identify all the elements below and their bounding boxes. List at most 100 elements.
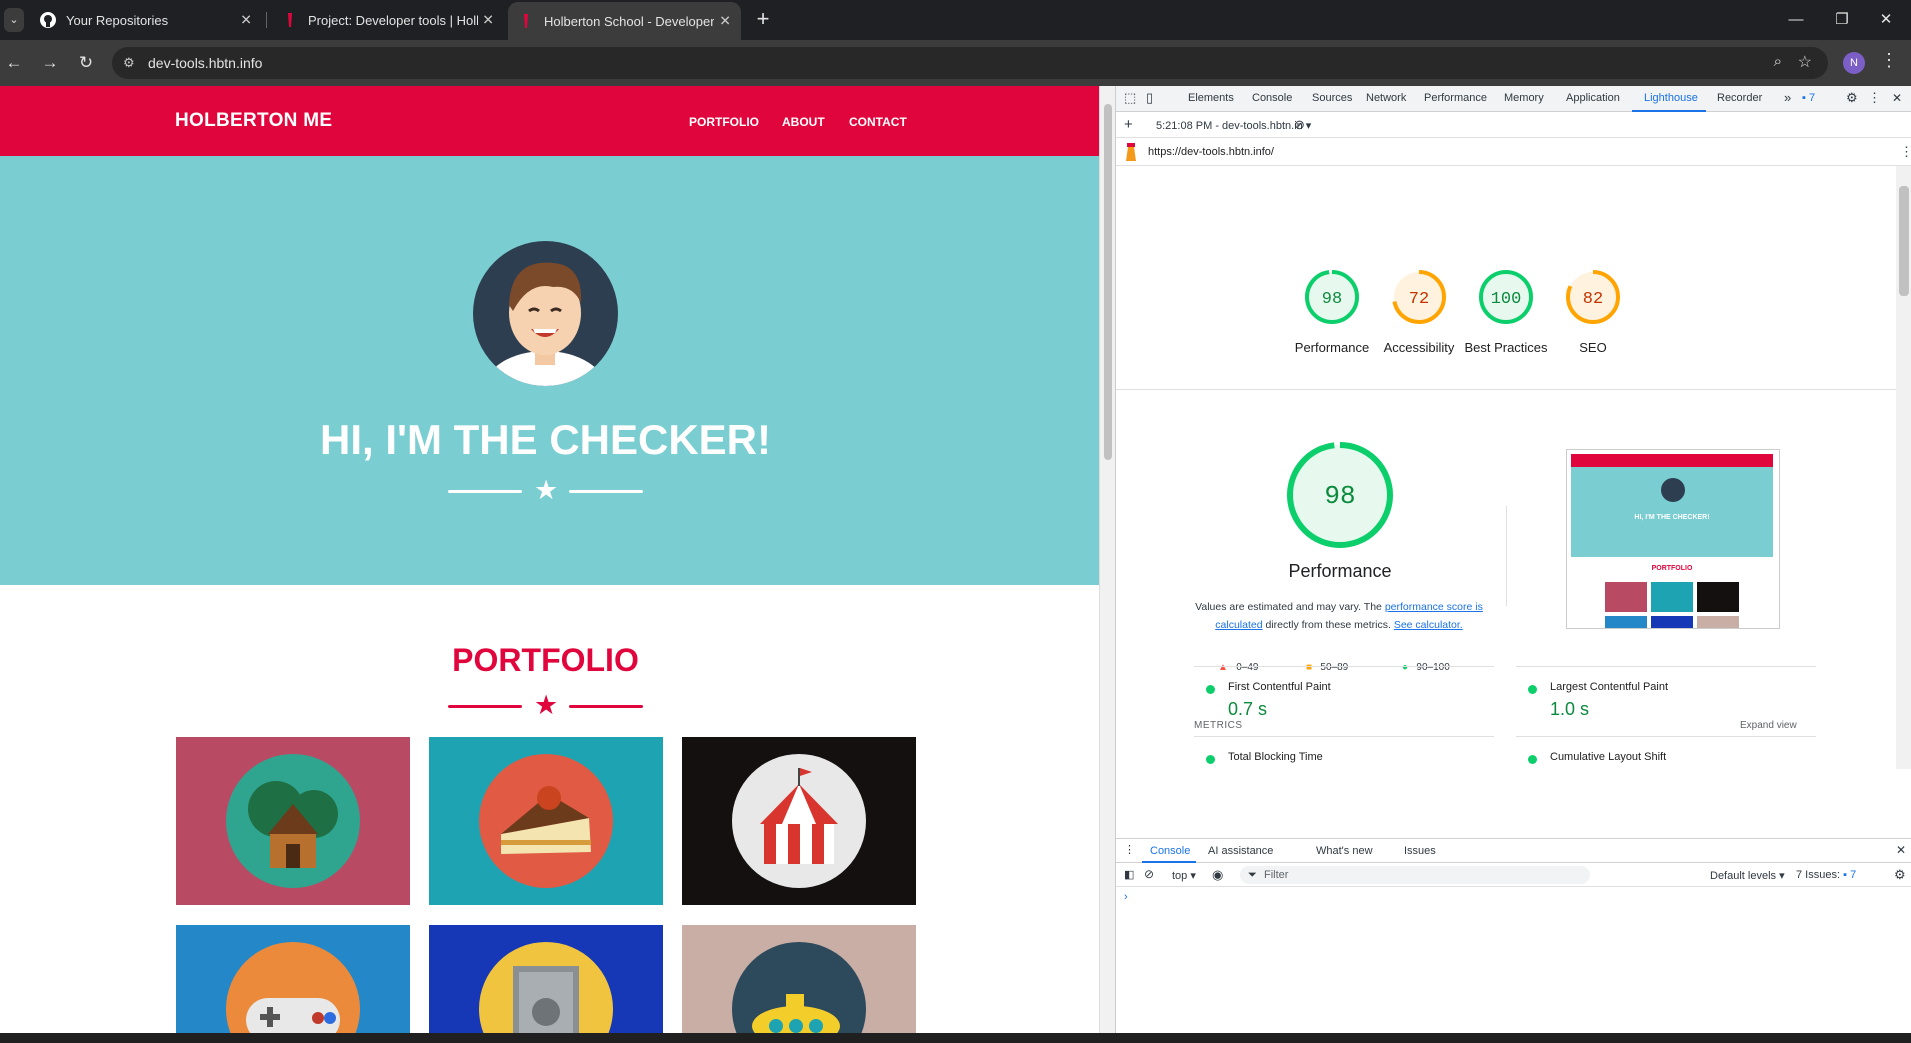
portfolio-tile-cake[interactable]: [429, 737, 663, 905]
devtools-tab-bar: ⬚ ▯ Elements Console Sources Network Per…: [1116, 86, 1911, 112]
filter-input[interactable]: ⏷ Filter: [1240, 866, 1590, 884]
drawer-tab-ai-assistance[interactable]: AI assistance: [1208, 845, 1273, 857]
nav-link-contact[interactable]: CONTACT: [849, 115, 907, 129]
devtools-panel: ⬚ ▯ Elements Console Sources Network Per…: [1115, 86, 1911, 1033]
site-brand[interactable]: HOLBERTON ME: [175, 110, 332, 132]
clear-reports-icon[interactable]: ⊘: [1294, 117, 1305, 133]
score-ring: 82: [1566, 270, 1620, 324]
issues-badge: ▪ 7: [1843, 869, 1857, 881]
score-label: Best Practices: [1464, 340, 1548, 355]
portfolio-tile-submarine[interactable]: [682, 925, 916, 1033]
drawer-tab-whats-new[interactable]: What's new: [1316, 845, 1373, 857]
score-ring: 72: [1392, 270, 1446, 324]
devtools-tab-performance[interactable]: Performance: [1424, 92, 1487, 104]
report-selector[interactable]: 5:21:08 PM - dev-tools.hbtn.in ▾: [1156, 119, 1311, 132]
browser-tab-repositories[interactable]: Your Repositories ✕: [30, 6, 262, 34]
devtools-tab-lighthouse[interactable]: Lighthouse: [1644, 92, 1698, 104]
devtools-tab-recorder[interactable]: Recorder: [1717, 92, 1762, 104]
nav-link-portfolio[interactable]: PORTFOLIO: [689, 115, 759, 129]
drawer-tab-issues[interactable]: Issues: [1404, 845, 1436, 857]
see-calculator-link[interactable]: See calculator.: [1394, 619, 1463, 631]
site-settings-icon[interactable]: ⚙: [123, 55, 135, 71]
console-settings-icon[interactable]: ⚙: [1894, 867, 1906, 883]
close-tab-icon[interactable]: ✕: [719, 13, 731, 30]
star-icon: ★: [534, 690, 559, 720]
holberton-icon: [524, 14, 528, 28]
page-screenshot-thumbnail[interactable]: HI, I'M THE CHECKER! PORTFOLIO: [1566, 449, 1780, 629]
settings-gear-icon[interactable]: ⚙: [1846, 90, 1858, 106]
new-report-plus-icon[interactable]: +: [1124, 116, 1133, 133]
browser-toolbar: ← → ↻ ⚙ dev-tools.hbtn.info ⌕ ☆ N ⋮: [0, 40, 1911, 86]
portfolio-tile-safe[interactable]: [429, 925, 663, 1033]
context-label: top: [1172, 870, 1188, 882]
portfolio-tile-cabin[interactable]: [176, 737, 410, 905]
drawer-menu-icon[interactable]: ⋮: [1124, 843, 1135, 856]
devtools-tab-console[interactable]: Console: [1252, 92, 1292, 104]
score-gauge-best-practices[interactable]: 100 Best Practices: [1464, 266, 1548, 357]
lighthouse-icon: [1126, 143, 1136, 161]
new-tab-button[interactable]: +: [750, 6, 776, 32]
bookmark-star-icon[interactable]: ☆: [1798, 52, 1812, 72]
close-tab-icon[interactable]: ✕: [240, 12, 252, 29]
devtools-tab-sources[interactable]: Sources: [1312, 92, 1352, 104]
forward-arrow-icon[interactable]: →: [36, 49, 64, 77]
portfolio-tile-game-controller[interactable]: [176, 925, 410, 1033]
context-selector[interactable]: top ▾: [1172, 869, 1196, 882]
hero-title: HI, I'M THE CHECKER!: [320, 416, 771, 463]
device-toolbar-icon[interactable]: ▯: [1146, 90, 1153, 106]
report-url[interactable]: https://dev-tools.hbtn.info/: [1148, 146, 1274, 158]
metric-total-blocking-time: Total Blocking Time0 ms: [1194, 736, 1494, 769]
score-ring: 98: [1305, 270, 1359, 324]
clear-console-icon[interactable]: ⊘: [1144, 867, 1154, 881]
drawer-tab-console[interactable]: Console: [1150, 845, 1190, 857]
more-tabs-icon[interactable]: »: [1784, 90, 1791, 105]
devtools-tab-application[interactable]: Application: [1566, 92, 1620, 104]
devtools-tab-elements[interactable]: Elements: [1188, 92, 1234, 104]
thumbnail-section: PORTFOLIO: [1651, 565, 1693, 572]
address-bar[interactable]: ⚙ dev-tools.hbtn.info ⌕ ☆: [112, 47, 1828, 79]
portfolio-tile-circus[interactable]: [682, 737, 916, 905]
issues-counter[interactable]: ▪ 7: [1802, 92, 1815, 104]
performance-gauge-large: 98: [1287, 442, 1393, 548]
profile-avatar[interactable]: N: [1843, 52, 1865, 74]
devtools-tab-memory[interactable]: Memory: [1504, 92, 1544, 104]
web-page-viewport: HOLBERTON ME PORTFOLIO ABOUT CONTACT HI,…: [0, 86, 1099, 1033]
close-drawer-icon[interactable]: ✕: [1896, 843, 1906, 857]
console-prompt[interactable]: ›: [1124, 891, 1128, 903]
report-menu-icon[interactable]: ⋮: [1900, 144, 1911, 160]
issues-link[interactable]: 7 Issues: ▪ 7: [1796, 869, 1856, 881]
page-scrollbar[interactable]: [1099, 86, 1115, 1033]
scrollbar-thumb[interactable]: [1899, 186, 1909, 296]
nav-link-about[interactable]: ABOUT: [782, 115, 825, 129]
restore-icon[interactable]: ❐: [1822, 6, 1862, 34]
browser-menu-icon[interactable]: ⋮: [1880, 50, 1898, 71]
browser-tab-project[interactable]: Project: Developer tools | Holbe ✕: [272, 6, 504, 34]
metric-first-contentful-paint: First Contentful Paint 0.7 s: [1194, 666, 1494, 736]
back-arrow-icon[interactable]: ←: [0, 49, 28, 77]
reload-icon[interactable]: ↻: [72, 49, 100, 77]
portfolio-divider: ★: [448, 690, 648, 720]
devtools-tab-network[interactable]: Network: [1366, 92, 1406, 104]
close-tab-icon[interactable]: ✕: [482, 12, 494, 29]
devtools-menu-icon[interactable]: ⋮: [1868, 90, 1881, 106]
score-description: Values are estimated and may vary. The p…: [1192, 598, 1486, 634]
inspect-element-icon[interactable]: ⬚: [1124, 90, 1136, 106]
sidebar-toggle-icon[interactable]: ◧: [1124, 868, 1134, 881]
score-gauge-accessibility[interactable]: 72 Accessibility: [1384, 266, 1454, 357]
report-scrollbar[interactable]: [1896, 166, 1911, 769]
zoom-icon[interactable]: ⌕: [1774, 53, 1782, 70]
tab-search-button[interactable]: ⌄: [4, 8, 24, 32]
tab-title: Your Repositories: [66, 12, 169, 28]
score-gauge-performance[interactable]: 98 Performance: [1295, 266, 1369, 357]
default-levels-dropdown[interactable]: Default levels ▾: [1710, 869, 1785, 882]
browser-tab-active[interactable]: Holberton School - Developer t ✕: [508, 2, 741, 40]
issues-count: 7: [1808, 92, 1816, 104]
star-icon: ★: [534, 475, 559, 505]
close-window-icon[interactable]: ✕: [1866, 6, 1906, 34]
score-gauge-seo[interactable]: 82 SEO: [1562, 266, 1624, 357]
scrollbar-thumb[interactable]: [1104, 104, 1112, 460]
pass-dot-icon: [1528, 685, 1537, 694]
minimize-icon[interactable]: —: [1776, 6, 1816, 34]
close-devtools-icon[interactable]: ✕: [1892, 91, 1902, 105]
eye-icon[interactable]: ◉: [1212, 867, 1223, 883]
